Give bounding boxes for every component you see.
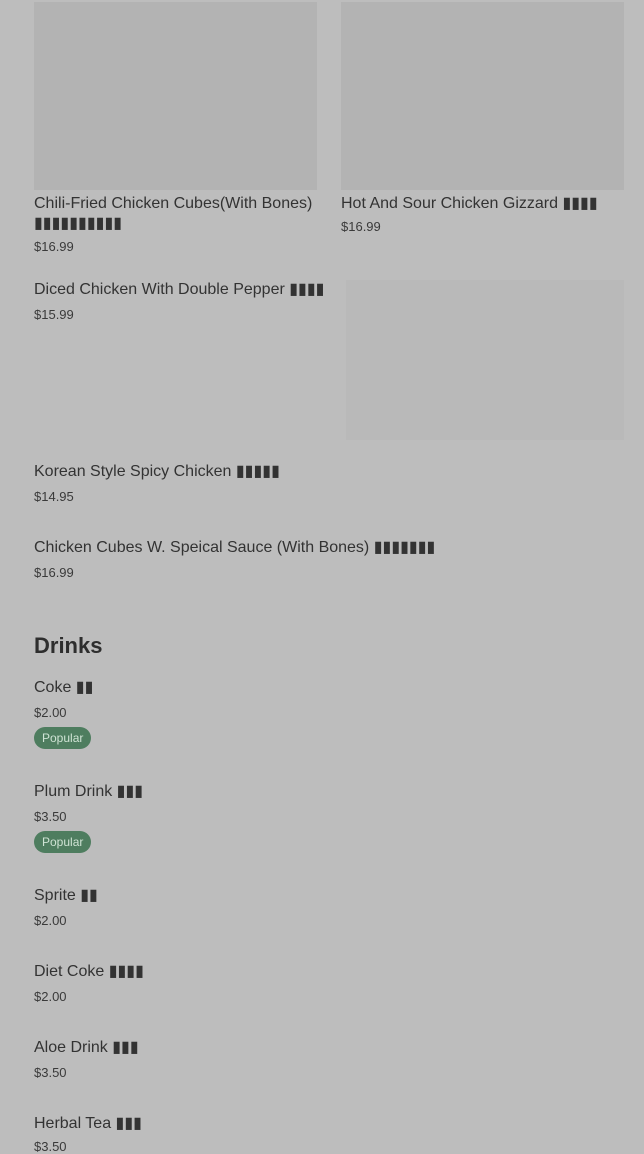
item-name: Chili-Fried Chicken Cubes(With Bones) ▮▮… — [34, 195, 313, 232]
item-price: $16.99 — [34, 239, 74, 254]
item-price: $2.00 — [34, 705, 67, 720]
item-name: Aloe Drink ▮▮▮ — [34, 1039, 139, 1056]
item-name: Diet Coke ▮▮▮▮ — [34, 963, 144, 980]
item-name: Sprite ▮▮ — [34, 887, 98, 904]
item-price: $3.50 — [34, 809, 67, 824]
item-name: Korean Style Spicy Chicken ▮▮▮▮▮ — [34, 463, 280, 480]
item-name: Diced Chicken With Double Pepper ▮▮▮▮ — [34, 281, 325, 298]
item-price: $3.50 — [34, 1065, 67, 1080]
food-image — [341, 2, 624, 190]
item-name: Herbal Tea ▮▮▮ — [34, 1115, 142, 1132]
popular-badge: Popular — [34, 727, 92, 749]
food-image — [34, 2, 317, 190]
item-price: $16.99 — [34, 565, 74, 580]
item-name: Plum Drink ▮▮▮ — [34, 783, 144, 800]
section-title-drinks: Drinks — [34, 633, 103, 658]
item-price: $14.95 — [34, 489, 74, 504]
item-price: $16.99 — [341, 219, 381, 234]
item-price: $2.00 — [34, 913, 67, 928]
item-name: Coke ▮▮ — [34, 679, 94, 696]
item-price: $15.99 — [34, 307, 74, 322]
popular-badge: Popular — [34, 831, 92, 853]
item-name: Chicken Cubes W. Speical Sauce (With Bon… — [34, 539, 436, 556]
item-name: Hot And Sour Chicken Gizzard ▮▮▮▮ — [341, 195, 598, 212]
food-image — [346, 280, 624, 440]
item-price: $2.00 — [34, 989, 67, 1004]
